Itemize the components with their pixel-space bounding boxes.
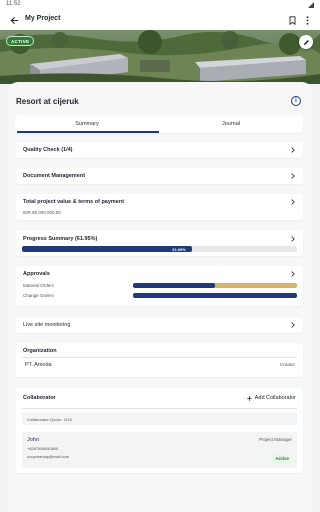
tab-journal[interactable]: Journal (159, 115, 303, 133)
approvals-label: Approvals (23, 271, 50, 277)
divider (22, 408, 297, 409)
organization-role: Creator (279, 362, 295, 367)
plus-icon (247, 395, 252, 401)
material-orders-bar (133, 283, 297, 288)
status-badge: ACTIVE (6, 36, 35, 46)
material-orders-label: Material Orders (23, 283, 55, 288)
chevron-right-icon (290, 321, 295, 328)
info-icon[interactable]: i (291, 96, 301, 106)
project-value-amount: IDR 65.000.000,00 (23, 210, 61, 215)
chevron-right-icon (290, 270, 295, 277)
progress-summary-card[interactable]: Progress Summary (61.95%) 61.95% (16, 230, 303, 256)
status-time: 11:52 (6, 1, 21, 7)
member-email: ucupmantap@mail.com (27, 454, 70, 459)
collaborator-label: Collaborator (23, 395, 56, 401)
pencil-icon (303, 39, 309, 45)
back-button[interactable] (8, 13, 20, 27)
live-monitoring-label: Live site monitoring (23, 322, 71, 328)
progress-bar-fill (22, 246, 193, 252)
collaborator-quota: Collaborator Quota : 0/10 (22, 413, 297, 425)
progress-bar (22, 246, 297, 252)
chevron-right-icon (290, 146, 295, 153)
chevron-right-icon (290, 235, 295, 242)
progress-percent-label: 61.95% (172, 247, 186, 252)
tab-indicator (17, 131, 159, 133)
more-menu-button[interactable] (302, 13, 312, 27)
bookmark-button[interactable] (287, 13, 297, 27)
organization-label: Organization (23, 348, 57, 354)
organization-card: Organization PT. Amoda Creator (16, 343, 303, 377)
live-monitoring-card[interactable]: Live site monitoring (16, 317, 303, 333)
document-management-label: Document Management (23, 173, 86, 179)
quality-check-card[interactable]: Quality Check (1/4) (16, 142, 303, 158)
add-collaborator-label: Add Collaborator (254, 395, 296, 401)
collaborator-quota-text: Collaborator Quota : 0/10 (27, 417, 72, 422)
arrow-left-icon (10, 16, 18, 24)
chevron-right-icon (290, 198, 295, 205)
edit-cover-button[interactable] (299, 35, 313, 49)
document-management-card[interactable]: Document Management (16, 168, 303, 184)
change-orders-bar-fill (133, 293, 297, 298)
member-status-badge: Active (272, 455, 292, 463)
change-orders-bar (133, 293, 297, 298)
member-role: Project Manager (258, 437, 292, 442)
project-title: Resort at cijeruk (16, 97, 79, 106)
member-name: John (27, 437, 39, 443)
project-cover-image (0, 30, 320, 84)
approvals-card[interactable]: Approvals Material Orders Change Orders (16, 266, 303, 306)
bookmark-icon (289, 15, 295, 25)
quality-check-label: Quality Check (1/4) (23, 147, 73, 153)
material-orders-bar-fill (133, 283, 215, 288)
add-collaborator-button[interactable]: Add Collaborator (247, 393, 296, 403)
app-bar: My Project (0, 10, 320, 30)
signal-icon (308, 2, 314, 8)
collaborator-card: Collaborator Add Collaborator Collaborat… (16, 388, 303, 473)
change-orders-label: Change Orders (23, 293, 54, 298)
project-value-label: Total project value & terms of payment (23, 199, 125, 205)
organization-name: PT. Amoda (25, 362, 52, 368)
member-phone: +6287808050800 (27, 446, 59, 451)
divider (22, 357, 297, 358)
chevron-right-icon (290, 172, 295, 179)
app-bar-title: My Project (25, 15, 61, 22)
collaborator-list-item[interactable]: John Project Manager +6287808050800 ucup… (22, 432, 297, 468)
progress-summary-label: Progress Summary (61.95%) (23, 236, 98, 242)
status-bar: 11:52 (0, 0, 320, 10)
tab-bar: Summary Journal (15, 115, 303, 133)
project-value-card[interactable]: Total project value & terms of payment I… (16, 194, 303, 220)
more-vert-icon (306, 15, 308, 25)
